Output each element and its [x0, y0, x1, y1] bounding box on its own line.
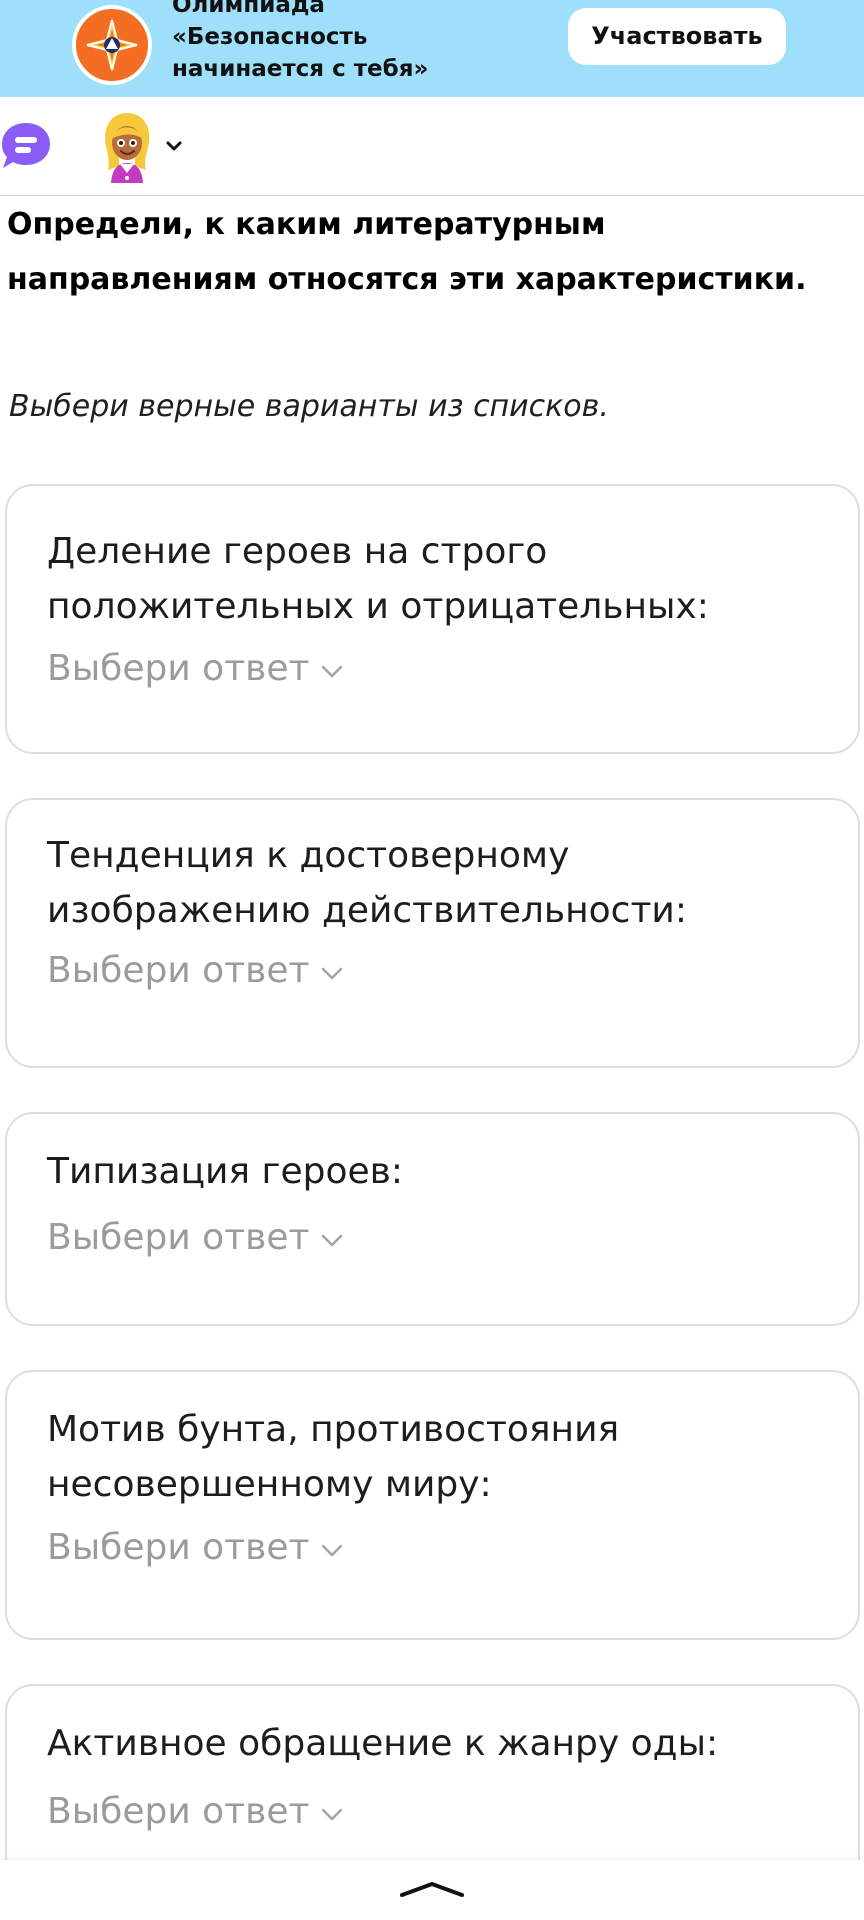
chevron-down-icon	[320, 1541, 344, 1559]
chevron-down-icon	[320, 964, 344, 982]
answer-select[interactable]: Выбери ответ	[47, 1784, 344, 1840]
answer-select-value: Выбери ответ	[47, 648, 310, 689]
collapse-button[interactable]	[398, 1877, 466, 1899]
answer-card-label: Активное обращение к жанру оды:	[47, 1723, 719, 1764]
avatar	[98, 108, 156, 186]
answer-card-label: Мотив бунта, противостояния несовершенно…	[47, 1409, 620, 1505]
chevron-down-icon	[164, 136, 184, 156]
olympiad-banner: Олимпиада «Безопасность начинается с теб…	[0, 0, 864, 97]
answer-card: Мотив бунта, противостояния несовершенно…	[5, 1370, 860, 1640]
answer-select-value: Выбери ответ	[47, 1527, 310, 1568]
participate-button[interactable]: Участвовать	[568, 8, 786, 65]
task-instruction: Выбери верные варианты из списков.	[9, 389, 609, 424]
chevron-up-icon	[400, 1882, 464, 1897]
answer-card: Деление героев на строго положительных и…	[5, 484, 860, 754]
answer-select-value: Выбери ответ	[47, 1217, 310, 1258]
answer-select-value: Выбери ответ	[47, 1791, 310, 1832]
bottom-bar	[0, 1860, 864, 1920]
chevron-down-icon	[320, 1231, 344, 1249]
chevron-down-icon	[320, 1805, 344, 1823]
answer-select[interactable]: Выбери ответ	[47, 1210, 344, 1266]
compass-star-emblem-icon	[72, 5, 152, 85]
chevron-down-icon	[320, 662, 344, 680]
task-page: Олимпиада «Безопасность начинается с теб…	[0, 0, 864, 1920]
answer-select[interactable]: Выбери ответ	[47, 641, 344, 697]
chat-bubble-icon	[2, 123, 50, 168]
chat-button[interactable]	[0, 119, 54, 173]
profile-menu-button[interactable]	[98, 108, 194, 186]
task-title: Определи, к каким литературным направлен…	[7, 207, 807, 297]
answer-card-label: Тенденция к достоверному изображению дей…	[47, 835, 687, 931]
girl-avatar-icon	[105, 113, 150, 183]
answer-select-value: Выбери ответ	[47, 950, 310, 991]
answer-card: Тенденция к достоверному изображению дей…	[5, 798, 860, 1068]
answer-card-label: Типизация героев:	[47, 1151, 403, 1192]
answer-card-label: Деление героев на строго положительных и…	[47, 531, 709, 627]
answer-select[interactable]: Выбери ответ	[47, 1520, 344, 1576]
top-toolbar	[0, 97, 864, 196]
answer-select[interactable]: Выбери ответ	[47, 943, 344, 999]
answer-card: Типизация героев: Выбери ответ	[5, 1112, 860, 1326]
banner-title: Олимпиада «Безопасность начинается с теб…	[172, 0, 429, 82]
